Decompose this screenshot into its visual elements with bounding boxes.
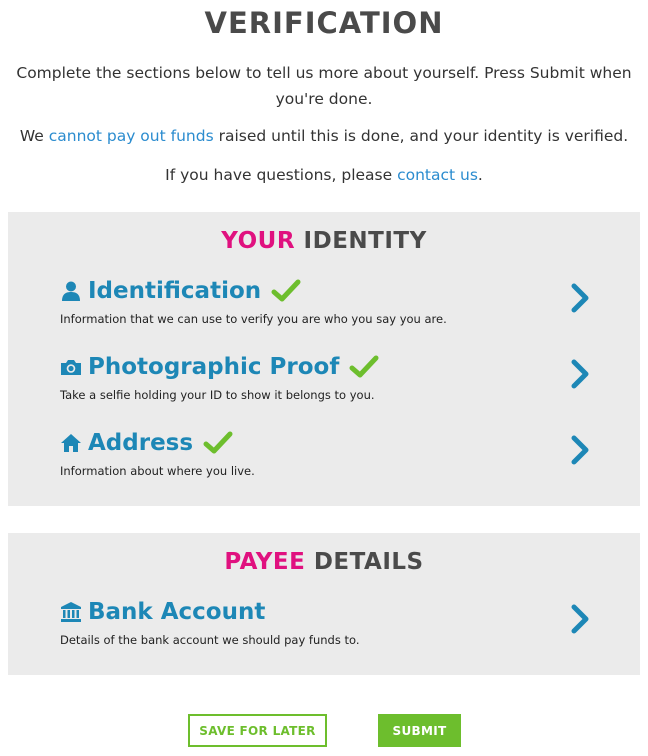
- payee-title-rest: DETAILS: [305, 549, 424, 575]
- identification-description: Information that we can use to verify yo…: [60, 312, 447, 326]
- bank-icon: [60, 601, 82, 623]
- address-item[interactable]: Address Information about where you live…: [8, 430, 640, 490]
- user-icon: [60, 280, 82, 302]
- camera-icon: [60, 356, 82, 378]
- bank-account-description: Details of the bank account we should pa…: [60, 633, 360, 647]
- check-icon: [349, 355, 379, 379]
- identity-panel: YOUR IDENTITY Identification Information…: [8, 212, 640, 506]
- address-title: Address: [88, 430, 194, 456]
- identity-panel-title: YOUR IDENTITY: [8, 228, 640, 254]
- bank-account-item[interactable]: Bank Account Details of the bank account…: [8, 599, 640, 659]
- home-icon: [60, 432, 82, 454]
- intro-contact-before: If you have questions, please: [165, 166, 398, 184]
- identification-item[interactable]: Identification Information that we can u…: [8, 278, 640, 338]
- chevron-right-icon[interactable]: [566, 603, 594, 635]
- check-icon: [203, 431, 233, 455]
- check-icon: [271, 279, 301, 303]
- payee-panel-title: PAYEE DETAILS: [8, 549, 640, 575]
- bank-account-title: Bank Account: [88, 599, 266, 625]
- intro-funds-text: We cannot pay out funds raised until thi…: [0, 123, 648, 149]
- intro-contact-text: If you have questions, please contact us…: [0, 162, 648, 188]
- intro-text: Complete the sections below to tell us m…: [16, 64, 632, 108]
- intro-funds-before: We: [19, 127, 49, 145]
- payee-title-accent: PAYEE: [224, 549, 306, 575]
- payee-panel: PAYEE DETAILS Bank Account Details of th…: [8, 533, 640, 675]
- page-title: VERIFICATION: [204, 6, 444, 40]
- photographic-proof-title: Photographic Proof: [88, 354, 340, 380]
- cannot-pay-out-funds-link[interactable]: cannot pay out funds: [49, 127, 214, 145]
- photographic-proof-title-row: Photographic Proof: [60, 354, 379, 380]
- bank-account-title-row: Bank Account: [60, 599, 265, 625]
- chevron-right-icon[interactable]: [566, 434, 594, 466]
- identification-title: Identification: [88, 278, 262, 304]
- intro-funds-after: raised until this is done, and your iden…: [213, 127, 629, 145]
- chevron-right-icon[interactable]: [566, 358, 594, 390]
- submit-button[interactable]: SUBMIT: [378, 714, 461, 747]
- identity-title-rest: IDENTITY: [295, 228, 427, 254]
- address-description: Information about where you live.: [60, 464, 255, 478]
- chevron-right-icon[interactable]: [566, 282, 594, 314]
- photographic-proof-description: Take a selfie holding your ID to show it…: [60, 388, 375, 402]
- identification-title-row: Identification: [60, 278, 301, 304]
- photographic-proof-item[interactable]: Photographic Proof Take a selfie holding…: [8, 354, 640, 414]
- identity-title-accent: YOUR: [221, 228, 296, 254]
- intro-contact-after: .: [477, 166, 483, 184]
- save-for-later-button[interactable]: SAVE FOR LATER: [188, 714, 327, 747]
- contact-us-link[interactable]: contact us: [397, 166, 478, 184]
- address-title-row: Address: [60, 430, 233, 456]
